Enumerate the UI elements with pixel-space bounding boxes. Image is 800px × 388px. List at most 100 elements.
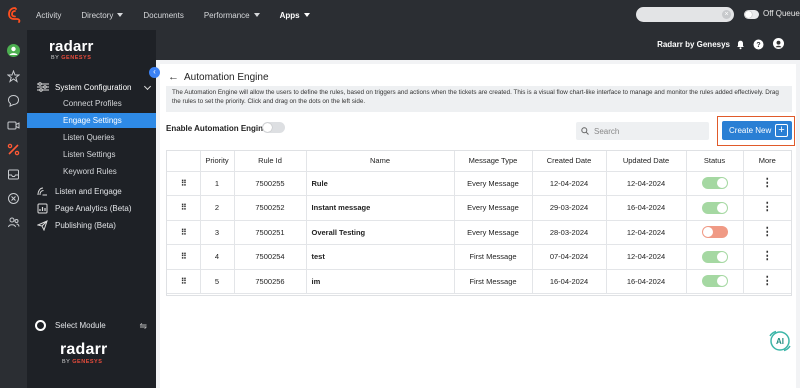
select-module-button[interactable]: Select Module ⇋ [35, 320, 147, 331]
nav-label: Directory [81, 10, 114, 20]
nav-activity[interactable]: Activity [36, 11, 61, 20]
bell-icon[interactable] [735, 39, 746, 50]
people-icon[interactable] [7, 216, 20, 229]
caret-down-icon [303, 13, 310, 17]
system-configuration-menu[interactable]: System Configuration [37, 81, 152, 94]
drag-handle-icon[interactable]: ⠿ [181, 179, 187, 188]
help-icon[interactable]: ? [753, 39, 764, 50]
drag-handle-icon[interactable]: ⠿ [181, 228, 187, 237]
footer-logo-wordmark: radarr [60, 341, 108, 358]
genesys-logo-icon[interactable] [8, 7, 22, 23]
inbox-icon[interactable] [7, 168, 20, 181]
ai-assistant-icon[interactable]: AI [766, 330, 794, 352]
table-row[interactable]: ⠿ 2 7500252 Instant message Every Message 29-… [167, 195, 791, 221]
queue-toggle[interactable] [744, 10, 759, 19]
sidebar-item-page-analytics[interactable]: Page Analytics (Beta) [37, 202, 131, 215]
table-row[interactable]: ⠿ 4 7500254 test First Message 07-04-2024 12-0… [167, 244, 791, 270]
drag-handle-icon[interactable]: ⠿ [181, 277, 187, 286]
nav-label: Documents [143, 10, 184, 20]
caret-down-icon [253, 13, 260, 17]
column-header: Message Type [454, 151, 533, 172]
star-icon[interactable] [7, 70, 20, 83]
more-options-icon[interactable]: ⋮ [762, 275, 773, 287]
more-options-icon[interactable]: ⋮ [762, 250, 773, 262]
rule-id-cell: 7500255 [234, 171, 307, 196]
table-row[interactable]: ⠿ 5 7500256 im First Message 16-04-2024 16-04-… [167, 269, 791, 294]
sidebar-item-listen-and-engage[interactable]: Listen and Engage [37, 185, 122, 198]
table-row[interactable]: ⠿ 1 7500255 Rule Every Message 12-04-2024 12-0… [167, 171, 791, 196]
more-cell: ⋮ [743, 195, 791, 221]
rule-id-cell: 7500256 [234, 269, 307, 294]
more-options-icon[interactable]: ⋮ [762, 177, 773, 189]
status-toggle[interactable] [701, 250, 728, 263]
percent-icon[interactable] [7, 143, 20, 156]
queue-status-label: Off Queue [763, 9, 800, 18]
sidebar-subitem-engage-settings[interactable]: Engage Settings [27, 113, 156, 128]
avatar[interactable] [773, 38, 786, 51]
drag-handle-cell[interactable]: ⠿ [167, 269, 201, 294]
rule-id-cell: 7500251 [234, 220, 307, 245]
updated-date-cell: 12-04-2024 [606, 171, 687, 196]
sidebar-subitem-keyword-rules[interactable]: Keyword Rules [27, 164, 156, 179]
sidebar-subitem-connect-profiles[interactable]: Connect Profiles [27, 96, 156, 111]
drag-handle-cell[interactable]: ⠿ [167, 244, 201, 270]
sidebar-subitem-listen-settings[interactable]: Listen Settings [27, 147, 156, 162]
nav-label: Activity [36, 10, 62, 20]
rule-name-cell[interactable]: Overall Testing [306, 220, 455, 245]
back-arrow-icon[interactable]: ← [168, 71, 179, 83]
sidebar: radarr BY GENESYS System Configuration C… [27, 30, 156, 388]
logo-sub-brand: GENESYS [61, 55, 92, 61]
page-analytics-icon [37, 203, 48, 214]
drag-handle-icon[interactable]: ⠿ [181, 203, 187, 212]
table-body: ⠿ 1 7500255 Rule Every Message 12-04-2024 12-0… [167, 171, 791, 294]
status-toggle[interactable] [701, 177, 728, 190]
created-date-cell: 28-03-2024 [532, 220, 607, 245]
drag-handle-cell[interactable]: ⠿ [167, 195, 201, 221]
enable-automation-toggle[interactable] [262, 122, 285, 133]
column-header: Priority [200, 151, 235, 172]
close-circle-icon[interactable] [7, 192, 20, 205]
svg-text:AI: AI [776, 337, 784, 346]
sidebar-subitem-listen-queries[interactable]: Listen Queries [27, 130, 156, 145]
nav-documents[interactable]: Documents [143, 11, 183, 20]
logo-wordmark: radarr [49, 38, 94, 55]
nav-label: Apps [279, 10, 300, 20]
global-search-input[interactable] [636, 7, 734, 22]
nav-directory[interactable]: Directory [81, 10, 124, 20]
more-options-icon[interactable]: ⋮ [762, 226, 773, 238]
top-bar: Activity Directory Documents Performance App… [0, 0, 800, 30]
create-new-button[interactable]: Create New + [722, 121, 792, 140]
rule-name-cell[interactable]: im [306, 269, 455, 294]
collapse-sidebar-button[interactable]: ‹ [149, 67, 160, 78]
priority-cell: 1 [200, 171, 235, 196]
nav-apps[interactable]: Apps [280, 11, 310, 20]
page-title: Automation Engine [184, 72, 269, 83]
message-type-cell: First Message [454, 269, 533, 294]
page-description: The Automation Engine will allow the use… [166, 86, 792, 112]
sidebar-item-publishing[interactable]: Publishing (Beta) [37, 219, 116, 232]
drag-handle-icon[interactable]: ⠿ [181, 252, 187, 261]
search-input[interactable] [594, 126, 694, 136]
sliders-icon [37, 81, 49, 94]
rule-name-cell[interactable]: test [306, 244, 455, 270]
table-row[interactable]: ⠿ 3 7500251 Overall Testing Every Message 28-… [167, 220, 791, 245]
clear-search-icon[interactable]: × [722, 10, 731, 19]
search-icon [581, 127, 589, 135]
rule-name-cell[interactable]: Rule [306, 171, 455, 196]
video-icon[interactable] [7, 119, 20, 132]
more-options-icon[interactable]: ⋮ [762, 201, 773, 213]
status-toggle[interactable] [701, 226, 728, 239]
chat-icon[interactable] [7, 94, 20, 107]
drag-handle-cell[interactable]: ⠿ [167, 220, 201, 245]
sidebar-item-label: Listen and Engage [55, 187, 122, 196]
column-header: More [743, 151, 791, 172]
rules-search[interactable] [576, 122, 709, 140]
user-status-icon[interactable] [7, 44, 20, 57]
switch-arrows-icon[interactable]: ⇋ [139, 321, 147, 332]
status-toggle[interactable] [701, 201, 728, 214]
rule-name-cell[interactable]: Instant message [306, 195, 455, 221]
column-header: Status [686, 151, 744, 172]
drag-handle-cell[interactable]: ⠿ [167, 171, 201, 196]
nav-performance[interactable]: Performance [204, 11, 260, 20]
status-toggle[interactable] [701, 275, 728, 288]
